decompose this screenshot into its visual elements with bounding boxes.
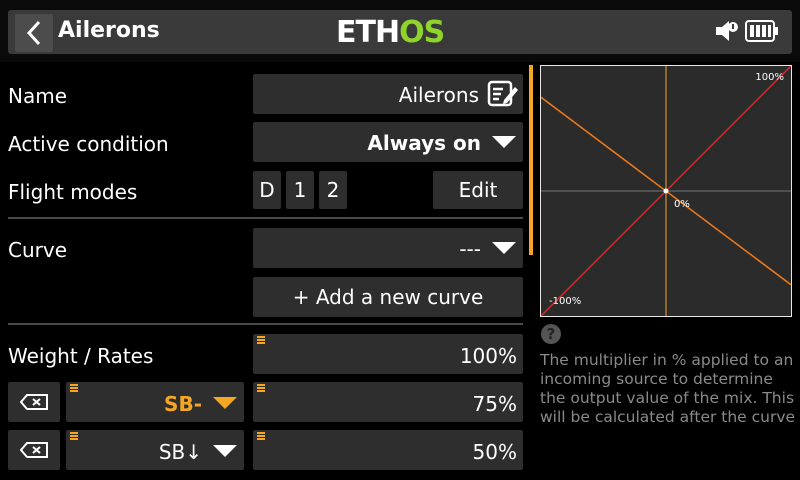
rate-value: 50% (472, 440, 517, 464)
chevron-down-icon (213, 445, 237, 457)
chevron-left-icon (26, 20, 41, 46)
divider (8, 217, 523, 219)
drag-handle-icon (257, 384, 265, 393)
help-icon[interactable]: ? (541, 324, 561, 344)
graph-center-label: 0% (674, 199, 690, 210)
drag-handle-icon (257, 336, 265, 345)
delete-rate-button[interactable] (8, 382, 60, 422)
back-button[interactable] (15, 14, 53, 52)
edit-flight-modes-button[interactable]: Edit (433, 171, 523, 209)
rate-value: 75% (472, 392, 517, 416)
curve-graph-svg (541, 66, 791, 316)
status-icons (715, 20, 779, 42)
active-condition-label: Active condition (8, 132, 169, 156)
rate-source-value: SB↓ (158, 440, 202, 464)
flight-mode-2: 2 (319, 171, 347, 209)
chevron-down-icon (492, 136, 516, 148)
rate-source-dropdown[interactable]: SB- (66, 382, 244, 422)
name-label: Name (8, 84, 68, 108)
flight-mode-d: D (253, 171, 281, 209)
drag-handle-icon (70, 384, 78, 393)
rate-value-field[interactable]: 75% (253, 382, 523, 422)
active-condition-value: Always on (367, 131, 481, 155)
ethos-logo: ETHOS (336, 15, 445, 50)
divider (8, 323, 523, 325)
drag-handle-icon (257, 432, 265, 441)
curve-graph: 100% 0% -100% (540, 65, 792, 317)
graph-bottom-label: -100% (549, 296, 582, 307)
rate-source-dropdown[interactable]: SB↓ (66, 430, 244, 470)
curve-dropdown[interactable]: --- (253, 228, 523, 268)
rate-value-field[interactable]: 50% (253, 430, 523, 470)
edit-text-icon (487, 80, 518, 107)
name-field[interactable]: Ailerons (253, 74, 523, 114)
speaker-icon (716, 21, 738, 41)
page-title: Ailerons (58, 18, 160, 43)
weight-label: Weight / Rates (8, 344, 154, 368)
active-condition-dropdown[interactable]: Always on (253, 122, 523, 162)
rate-source-value: SB- (164, 392, 202, 416)
add-curve-button[interactable]: + Add a new curve (253, 277, 523, 317)
graph-origin-point (663, 188, 669, 194)
delete-rate-button[interactable] (8, 430, 60, 470)
flight-modes-label: Flight modes (8, 180, 138, 204)
curve-label: Curve (8, 238, 68, 262)
chevron-down-icon (213, 397, 237, 409)
backspace-icon (20, 442, 48, 458)
scrollbar[interactable] (529, 65, 533, 255)
graph-top-label: 100% (755, 72, 784, 83)
backspace-icon (20, 394, 48, 410)
chevron-down-icon (492, 242, 516, 254)
weight-value: 100% (459, 344, 517, 368)
flight-mode-1: 1 (286, 171, 314, 209)
weight-field[interactable]: 100% (253, 334, 523, 374)
name-value: Ailerons (398, 83, 479, 107)
curve-value: --- (459, 237, 481, 261)
help-text: The multiplier in % applied to an incomi… (540, 351, 796, 426)
battery-icon (745, 20, 778, 42)
drag-handle-icon (70, 432, 78, 441)
